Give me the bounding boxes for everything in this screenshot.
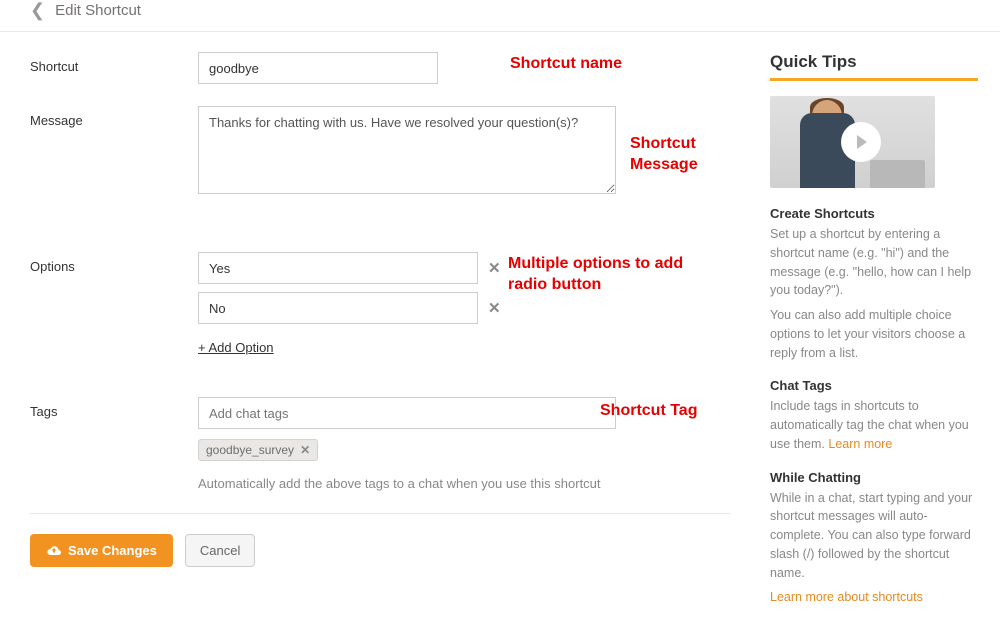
- tips-underline: [770, 78, 978, 81]
- tips-section-create: Create Shortcuts Set up a shortcut by en…: [770, 206, 978, 362]
- tags-help-text: Automatically add the above tags to a ch…: [198, 476, 730, 491]
- button-row: Save Changes Cancel: [30, 534, 730, 567]
- remove-option-icon[interactable]: ✕: [488, 259, 501, 277]
- tips-body: You can also add multiple choice options…: [770, 306, 978, 362]
- tips-heading: While Chatting: [770, 470, 978, 485]
- shortcut-input[interactable]: [198, 52, 438, 84]
- option-input-0[interactable]: [198, 252, 478, 284]
- page-title: Edit Shortcut: [55, 2, 141, 19]
- tags-label: Tags: [30, 397, 198, 419]
- learn-more-shortcuts-link[interactable]: Learn more about shortcuts: [770, 590, 923, 604]
- options-label: Options: [30, 252, 198, 274]
- play-icon: [841, 122, 881, 162]
- option-row: ✕: [198, 252, 730, 284]
- shortcut-row: Shortcut Shortcut name: [30, 52, 730, 84]
- tips-section-tags: Chat Tags Include tags in shortcuts to a…: [770, 378, 978, 453]
- remove-tag-icon[interactable]: ✕: [300, 443, 310, 457]
- tag-chip: goodbye_survey ✕: [198, 439, 318, 461]
- quick-tips-sidebar: Quick Tips Create Shortcuts Set up a sho…: [770, 52, 978, 623]
- option-row: ✕: [198, 292, 730, 324]
- message-label: Message: [30, 106, 198, 128]
- tips-video-thumbnail[interactable]: [770, 96, 935, 188]
- tips-body: Set up a shortcut by entering a shortcut…: [770, 225, 978, 300]
- message-textarea[interactable]: Thanks for chatting with us. Have we res…: [198, 106, 616, 194]
- form-main: Shortcut Shortcut name Message Thanks fo…: [30, 52, 730, 623]
- page-header: ❮ Edit Shortcut: [0, 0, 1000, 32]
- cloud-upload-icon: [46, 545, 62, 557]
- options-row: Options ✕ ✕ + Add Option Multiple option…: [30, 252, 730, 355]
- tags-input[interactable]: [198, 397, 616, 429]
- tags-row: Tags goodbye_survey ✕ Automatically add …: [30, 397, 730, 491]
- message-row: Message Thanks for chatting with us. Hav…: [30, 106, 730, 197]
- tag-chip-label: goodbye_survey: [206, 443, 294, 457]
- option-input-1[interactable]: [198, 292, 478, 324]
- back-icon[interactable]: ❮: [30, 0, 45, 21]
- tips-body: Include tags in shortcuts to automatical…: [770, 397, 978, 453]
- tips-title: Quick Tips: [770, 52, 978, 72]
- tips-section-chatting: While Chatting While in a chat, start ty…: [770, 470, 978, 608]
- shortcut-label: Shortcut: [30, 52, 198, 74]
- video-laptop: [870, 160, 925, 188]
- save-button-label: Save Changes: [68, 543, 157, 558]
- remove-option-icon[interactable]: ✕: [488, 299, 501, 317]
- save-button[interactable]: Save Changes: [30, 534, 173, 567]
- add-option-link[interactable]: + Add Option: [198, 340, 274, 355]
- tips-heading: Create Shortcuts: [770, 206, 978, 221]
- learn-more-link[interactable]: Learn more: [828, 437, 892, 451]
- tips-body: While in a chat, start typing and your s…: [770, 489, 978, 583]
- cancel-button[interactable]: Cancel: [185, 534, 255, 567]
- divider: [30, 513, 730, 514]
- tips-heading: Chat Tags: [770, 378, 978, 393]
